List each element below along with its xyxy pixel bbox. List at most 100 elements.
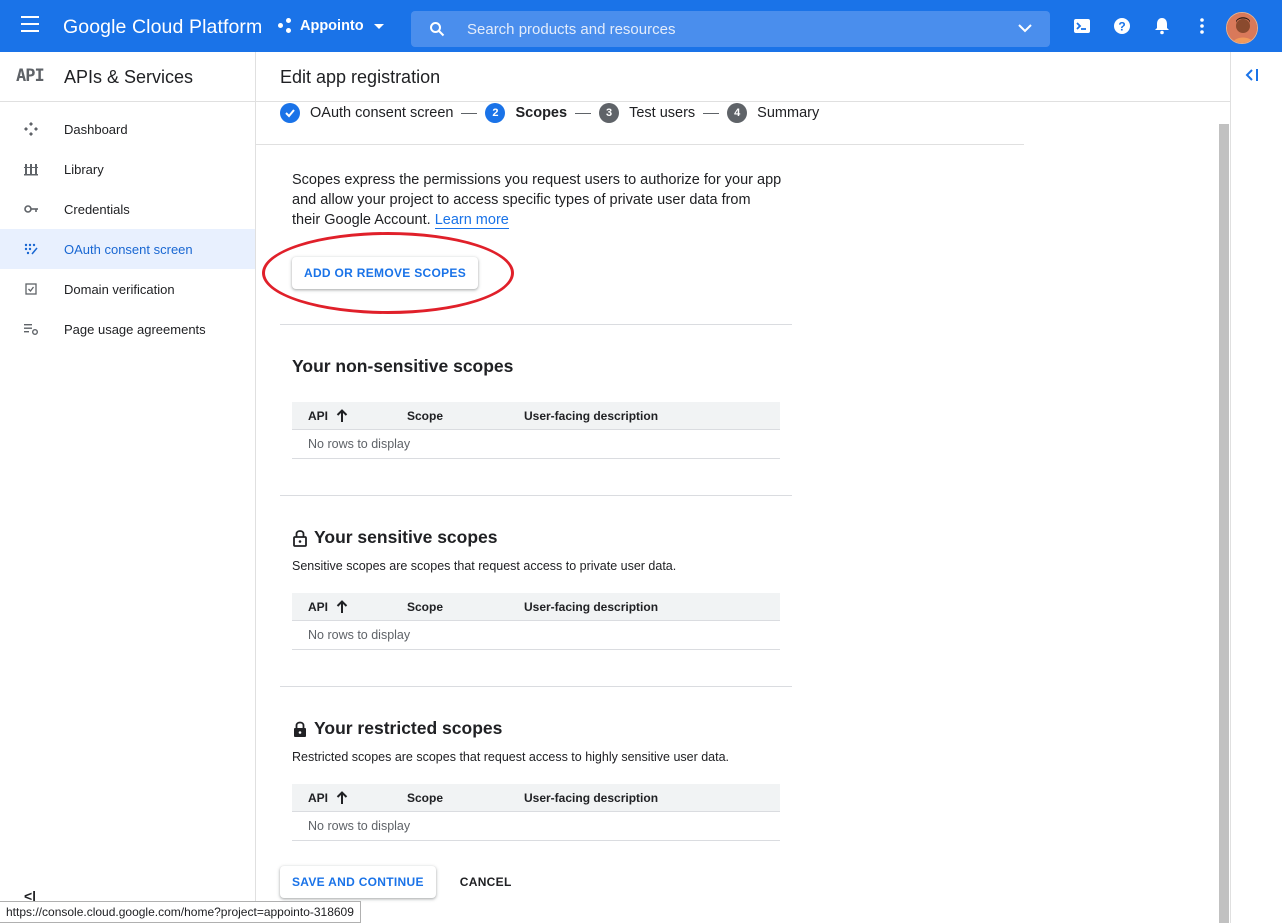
section-description: Sensitive scopes are scopes that request… — [292, 559, 677, 573]
intro-text: Scopes express the permissions you reque… — [292, 172, 782, 228]
table-row: No rows to display — [292, 621, 780, 650]
sidebar-item-label: Dashboard — [64, 122, 128, 137]
scope-column-header[interactable]: Scope — [407, 600, 443, 614]
sidebar-item-dashboard[interactable]: Dashboard — [0, 109, 255, 149]
sidebar-item-label: Credentials — [64, 202, 130, 217]
check-circle-icon — [280, 103, 300, 123]
step-separator — [575, 112, 592, 114]
sidebar-item-label: OAuth consent screen — [64, 242, 193, 257]
table-header: API Scope User-facing description — [292, 784, 780, 812]
status-bar-url: https://console.cloud.google.com/home?pr… — [0, 901, 361, 923]
empty-text: No rows to display — [308, 628, 411, 642]
key-icon — [24, 205, 38, 213]
oauth-icon — [24, 243, 38, 255]
lock-icon — [294, 721, 306, 737]
form-actions: SAVE AND CONTINUE CANCEL — [280, 866, 524, 898]
empty-text: No rows to display — [308, 437, 411, 451]
arrow-up-icon — [336, 791, 348, 804]
page-title: Edit app registration — [280, 67, 441, 87]
project-icon — [278, 18, 294, 34]
description-column-header[interactable]: User-facing description — [524, 600, 658, 614]
expand-panel-icon[interactable] — [1245, 68, 1261, 82]
vertical-scrollbar[interactable] — [1219, 124, 1229, 923]
chevron-down-icon[interactable] — [1018, 23, 1032, 33]
api-column-header[interactable]: API — [308, 791, 348, 805]
empty-text: No rows to display — [308, 819, 411, 833]
search-input[interactable] — [467, 11, 1007, 47]
step-test-users[interactable]: Test users — [629, 105, 695, 121]
api-column-header[interactable]: API — [308, 600, 348, 614]
user-photo-icon — [1227, 13, 1257, 43]
sidebar-nav: Dashboard Library Credentials OAuth cons… — [0, 109, 255, 349]
top-app-bar: Google Cloud Platform Appointo ? — [0, 0, 1282, 52]
section-divider — [280, 324, 792, 325]
library-icon — [24, 164, 38, 176]
arrow-up-icon — [336, 600, 348, 613]
dashboard-icon — [24, 122, 38, 136]
description-column-header[interactable]: User-facing description — [524, 409, 658, 423]
step-oauth-consent-screen[interactable]: OAuth consent screen — [310, 105, 453, 121]
stepper: OAuth consent screen 2 Scopes 3 Test use… — [280, 102, 819, 124]
api-column-header[interactable]: API — [308, 409, 348, 423]
main-content: Edit app registration OAuth consent scre… — [256, 52, 1230, 923]
section-title-text: Your restricted scopes — [314, 718, 503, 738]
sidebar-item-library[interactable]: Library — [0, 149, 255, 189]
section-divider — [280, 686, 792, 687]
arrow-up-icon — [336, 409, 348, 422]
sidebar-item-page-usage-agreements[interactable]: Page usage agreements — [0, 309, 255, 349]
section-divider — [280, 495, 792, 496]
sidebar-item-credentials[interactable]: Credentials — [0, 189, 255, 229]
section-title-non-sensitive: Your non-sensitive scopes — [292, 356, 513, 377]
column-label: API — [308, 409, 329, 423]
table-row: No rows to display — [292, 812, 780, 841]
search-bar[interactable] — [411, 11, 1050, 47]
scopes-table-restricted: API Scope User-facing description No row… — [292, 784, 780, 841]
table-header: API Scope User-facing description — [292, 593, 780, 621]
sidebar-item-domain-verification[interactable]: Domain verification — [0, 269, 255, 309]
sidebar-item-label: Library — [64, 162, 104, 177]
step-summary[interactable]: Summary — [757, 105, 819, 121]
section-title-sensitive: Your sensitive scopes — [292, 527, 498, 548]
step-separator — [703, 112, 720, 114]
step-separator — [461, 112, 478, 114]
project-name: Appointo — [300, 18, 364, 34]
add-or-remove-scopes-button[interactable]: ADD OR REMOVE SCOPES — [292, 257, 479, 289]
settings-list-icon — [24, 324, 38, 335]
help-icon[interactable]: ? — [1112, 16, 1132, 36]
avatar[interactable] — [1226, 12, 1258, 44]
brand-title[interactable]: Google Cloud Platform — [63, 16, 262, 39]
sidebar-item-label: Page usage agreements — [64, 322, 206, 337]
more-vert-icon[interactable] — [1192, 16, 1212, 36]
step-number: 3 — [599, 103, 620, 123]
scopes-intro: Scopes express the permissions you reque… — [292, 170, 782, 230]
step-scopes[interactable]: Scopes — [515, 105, 567, 121]
svg-text:?: ? — [1118, 20, 1125, 34]
description-column-header[interactable]: User-facing description — [524, 791, 658, 805]
scopes-table-non-sensitive: API Scope User-facing description No row… — [292, 402, 780, 459]
right-info-panel — [1230, 52, 1282, 923]
cloud-shell-icon[interactable] — [1072, 16, 1092, 36]
column-label: API — [308, 600, 329, 614]
lock-open-icon — [293, 529, 307, 547]
sidebar-item-oauth-consent-screen[interactable]: OAuth consent screen — [0, 229, 255, 269]
section-title-restricted: Your restricted scopes — [292, 718, 502, 739]
scopes-table-sensitive: API Scope User-facing description No row… — [292, 593, 780, 650]
column-label: API — [308, 791, 329, 805]
menu-icon[interactable] — [18, 16, 42, 36]
stepper-divider — [256, 144, 1024, 145]
project-selector[interactable]: Appointo — [278, 18, 384, 34]
section-title-text: Your non-sensitive scopes — [292, 356, 514, 376]
scope-column-header[interactable]: Scope — [407, 409, 443, 423]
learn-more-link[interactable]: Learn more — [434, 212, 509, 229]
table-header: API Scope User-facing description — [292, 402, 780, 430]
scope-column-header[interactable]: Scope — [407, 791, 443, 805]
sidebar-item-label: Domain verification — [64, 282, 175, 297]
sidebar: API APIs & Services Dashboard Library Cr… — [0, 52, 256, 923]
caret-down-icon — [373, 23, 384, 29]
cancel-button[interactable]: CANCEL — [448, 866, 524, 898]
search-icon — [430, 22, 445, 37]
save-and-continue-button[interactable]: SAVE AND CONTINUE — [280, 866, 436, 898]
sidebar-header: API APIs & Services — [0, 52, 255, 102]
section-title-text: Your sensitive scopes — [314, 527, 498, 547]
notifications-icon[interactable] — [1152, 16, 1172, 36]
